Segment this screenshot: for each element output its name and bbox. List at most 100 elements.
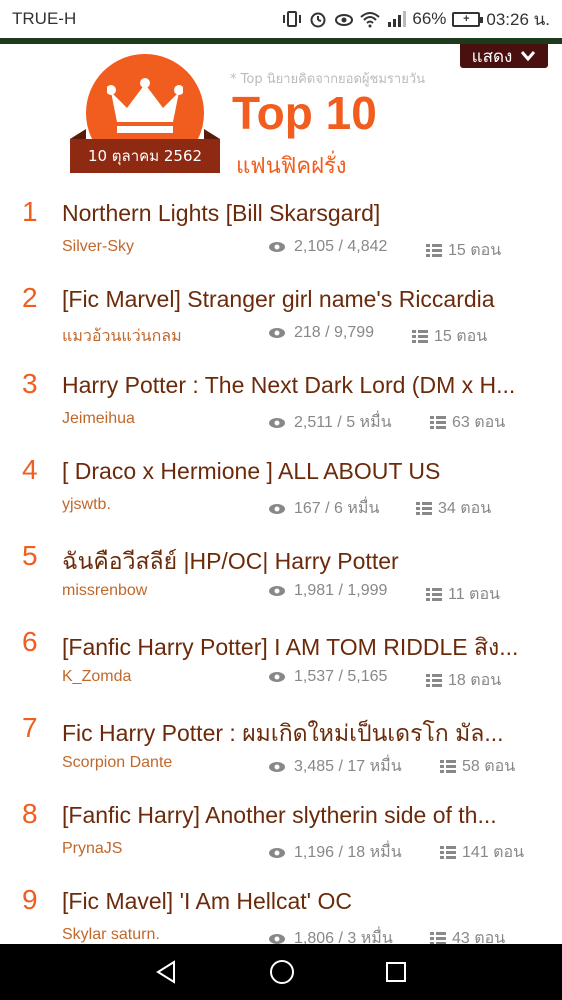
list-icon [440,846,456,859]
story-title[interactable]: Fic Harry Potter : ผมเกิดใหม่เป็นเดรโก ม… [62,716,540,752]
chapter-count: 34 ตอน [416,496,491,521]
home-circle-icon[interactable] [268,958,296,986]
view-count-text: 1,196 / 18 หมื่น [294,844,402,861]
clock: 03:26 น. [486,9,550,29]
eye-icon [269,933,285,944]
list-item[interactable]: 3 Harry Potter : The Next Dark Lord (DM … [0,362,562,448]
story-title[interactable]: Harry Potter : The Next Dark Lord (DM x … [62,372,540,399]
story-author[interactable]: PrynaJS [62,840,122,858]
top10-list: 1 Northern Lights [Bill Skarsgard] Silve… [0,190,562,964]
rank-number: 4 [22,454,38,485]
view-count: 3,485 / 17 หมื่น [268,754,402,779]
list-item[interactable]: 5 ฉันคือวีสลีย์ |HP/OC| Harry Potter mis… [0,534,562,620]
signal-icon [388,11,407,27]
eye-icon [269,328,285,338]
show-button[interactable]: แสดง [460,44,548,68]
story-author[interactable]: Silver-Sky [62,238,134,256]
list-icon [412,330,428,343]
wifi-icon [360,12,381,28]
ribbon-date: 10 ตุลาคม 2562 [87,147,203,165]
view-count-text: 1,981 / 1,999 [294,582,388,599]
view-count: 1,537 / 5,165 [268,668,387,686]
list-item[interactable]: 8 [Fanfic Harry] Another slytherin side … [0,792,562,878]
alarm-icon [310,12,326,28]
list-item[interactable]: 1 Northern Lights [Bill Skarsgard] Silve… [0,190,562,276]
list-icon [426,244,442,257]
story-title[interactable]: [Fanfic Harry] Another slytherin side of… [62,802,540,829]
view-count-text: 167 / 6 หมื่น [294,500,380,517]
page-title: Top 10 [232,87,377,139]
story-author[interactable]: K_Zomda [62,668,131,686]
date-ribbon: 10 ตุลาคม 2562 [70,129,220,173]
eye-comfort-icon [335,14,354,26]
list-item[interactable]: 7 Fic Harry Potter : ผมเกิดใหม่เป็นเดรโก… [0,706,562,792]
chapter-count-text: 18 ตอน [448,672,502,689]
top10-header: แสดง 10 ตุลาคม 2562 * Top นิยายคิดจากยอด… [0,44,562,184]
story-title[interactable]: [ Draco x Hermione ] ALL ABOUT US [62,458,540,485]
chapter-count: 15 ตอน [412,324,487,349]
eye-icon [269,586,285,596]
status-icons: 66% + 03:26 น. [282,6,550,33]
view-count-text: 2,511 / 5 หมื่น [294,414,392,431]
show-button-label: แสดง [471,46,513,67]
navigation-bar [0,944,562,1000]
list-icon [430,416,446,429]
eye-icon [269,672,285,682]
chapter-count-text: 34 ตอน [438,500,492,517]
story-author[interactable]: Scorpion Dante [62,754,172,772]
story-author[interactable]: yjswtb. [62,496,111,514]
list-item[interactable]: 6 [Fanfic Harry Potter] I AM TOM RIDDLE … [0,620,562,706]
story-author[interactable]: Skylar saturn. [62,926,160,944]
rank-number: 2 [22,282,38,313]
battery-icon: + [452,11,484,27]
eye-icon [269,761,285,772]
eye-icon [269,417,285,428]
chapter-count: 63 ตอน [430,410,505,435]
list-icon [426,588,442,601]
view-count: 167 / 6 หมื่น [268,496,379,521]
chapter-count-text: 15 ตอน [448,242,502,259]
view-count: 2,105 / 4,842 [268,238,387,256]
rank-number: 1 [22,196,38,227]
view-count: 2,511 / 5 หมื่น [268,410,392,435]
story-title[interactable]: [Fic Marvel] Stranger girl name's Riccar… [62,286,540,313]
chapter-count-text: 58 ตอน [462,758,516,775]
chapter-count-text: 63 ตอน [452,414,506,431]
recent-square-icon[interactable] [384,960,408,984]
story-author[interactable]: Jeimeihua [62,410,135,428]
rank-number: 5 [22,540,38,571]
list-icon [440,760,456,773]
story-title[interactable]: ฉันคือวีสลีย์ |HP/OC| Harry Potter [62,544,540,580]
story-author[interactable]: missrenbow [62,582,147,600]
back-triangle-icon[interactable] [154,959,180,985]
chapter-count: 58 ตอน [440,754,515,779]
carrier-label: TRUE-H [12,9,77,28]
view-count-text: 2,105 / 4,842 [294,238,388,255]
view-count-text: 3,485 / 17 หมื่น [294,758,402,775]
view-count-text: 1,537 / 5,165 [294,668,388,685]
list-item[interactable]: 4 [ Draco x Hermione ] ALL ABOUT US yjsw… [0,448,562,534]
rank-number: 3 [22,368,38,399]
eye-icon [269,242,285,252]
list-item[interactable]: 2 [Fic Marvel] Stranger girl name's Ricc… [0,276,562,362]
view-count: 218 / 9,799 [268,324,374,342]
chapter-count-text: 11 ตอน [448,586,500,603]
chapter-count-text: 15 ตอน [434,328,488,345]
vibrate-icon [283,11,302,27]
eye-icon [269,503,285,514]
chapter-count: 15 ตอน [426,238,501,263]
list-icon [416,502,432,515]
chevron-down-icon [521,51,536,62]
rank-number: 8 [22,798,38,829]
story-title[interactable]: [Fanfic Harry Potter] I AM TOM RIDDLE สิ… [62,630,540,666]
category-subtitle: แฟนฟิคฝรั่ง [236,154,347,179]
story-title[interactable]: [Fic Mavel] 'I Am Hellcat' OC [62,888,540,915]
story-author[interactable]: แมวอ้วนแว่นกลม [62,324,182,349]
rank-number: 7 [22,712,38,743]
chapter-count-text: 141 ตอน [462,844,525,861]
rank-number: 9 [22,884,38,915]
story-title[interactable]: Northern Lights [Bill Skarsgard] [62,200,540,227]
list-icon [426,674,442,687]
view-count-text: 218 / 9,799 [294,324,375,341]
view-count: 1,981 / 1,999 [268,582,387,600]
